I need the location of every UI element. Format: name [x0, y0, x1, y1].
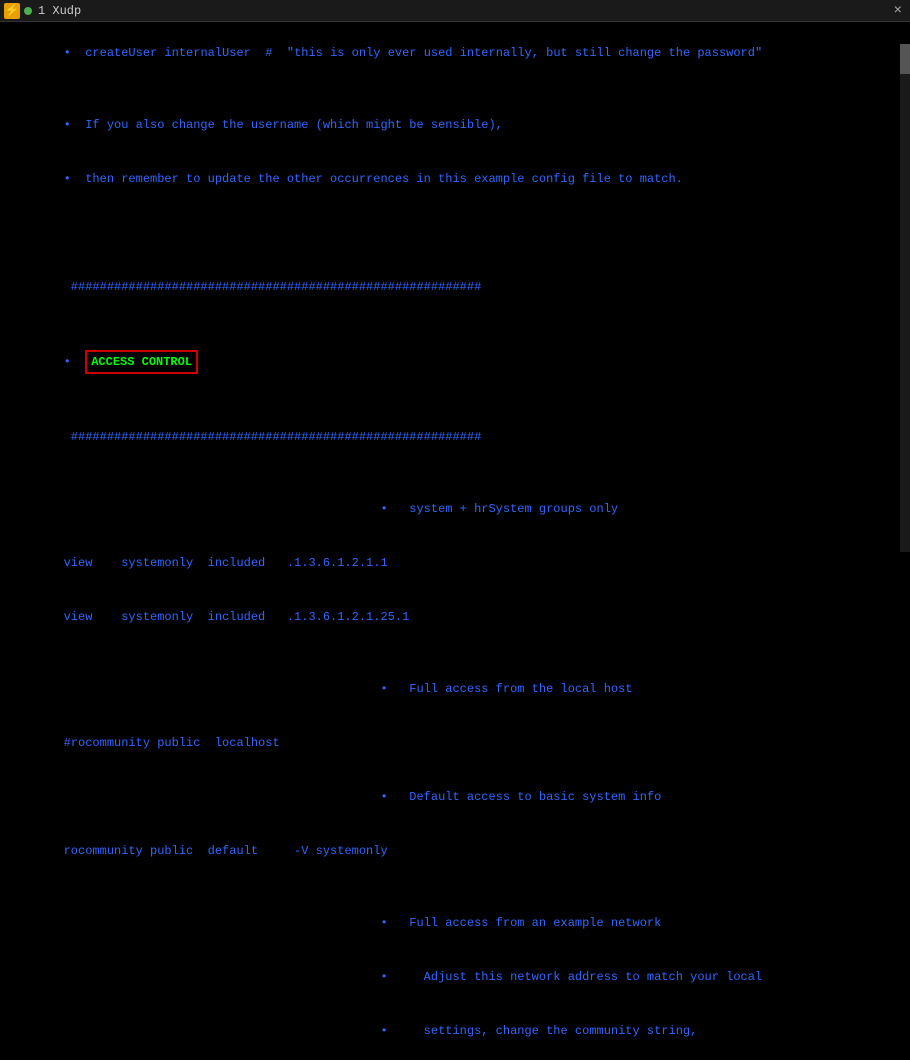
line-default-comment: • Default access to basic system info	[6, 770, 894, 824]
line-access-control: • ACCESS CONTROL	[6, 332, 894, 392]
line-empty-6	[6, 392, 894, 410]
line-empty-9	[6, 878, 894, 896]
terminal-content[interactable]: • createUser internalUser # "this is onl…	[0, 22, 910, 1060]
line-fullaccess-comment: • Full access from the local host	[6, 662, 894, 716]
line-view-2: view systemonly included .1.3.6.1.2.1.25…	[6, 590, 894, 644]
line-empty-7	[6, 464, 894, 482]
line-separator-2: ########################################…	[6, 410, 894, 464]
line-separator-1: ########################################…	[6, 260, 894, 314]
line-empty-1	[6, 80, 894, 98]
line-rocommunity-default: rocommunity public default -V systemonly	[6, 824, 894, 878]
line-empty-2	[6, 206, 894, 224]
line-if-change: • If you also change the username (which…	[6, 98, 894, 152]
close-button[interactable]: ×	[890, 3, 906, 19]
line-network-comment-1: • Full access from an example network	[6, 896, 894, 950]
line-empty-4	[6, 242, 894, 260]
title-icon: ⚡	[4, 3, 20, 19]
line-empty-3	[6, 224, 894, 242]
line-createuser: • createUser internalUser # "this is onl…	[6, 26, 894, 80]
line-network-comment-4: • and check the 'agentAddress' setting a…	[6, 1058, 894, 1060]
access-control-badge: ACCESS CONTROL	[85, 350, 198, 374]
line-then-remember: • then remember to update the other occu…	[6, 152, 894, 206]
terminal-window: ⚡ 1 Xudp × • createUser internalUser # "…	[0, 0, 910, 530]
line-view-1: view systemonly included .1.3.6.1.2.1.1	[6, 536, 894, 590]
window-title: 1 Xudp	[38, 4, 890, 18]
status-dot	[24, 7, 32, 15]
line-network-comment-3: • settings, change the community string,	[6, 1004, 894, 1058]
line-empty-8	[6, 644, 894, 662]
scrollbar-thumb[interactable]	[900, 44, 910, 74]
line-network-comment-2: • Adjust this network address to match y…	[6, 950, 894, 1004]
line-empty-5	[6, 314, 894, 332]
line-rocommunity-localhost: #rocommunity public localhost	[6, 716, 894, 770]
title-bar: ⚡ 1 Xudp ×	[0, 0, 910, 22]
line-system-groups: • system + hrSystem groups only	[6, 482, 894, 536]
scrollbar-track[interactable]	[900, 44, 910, 552]
